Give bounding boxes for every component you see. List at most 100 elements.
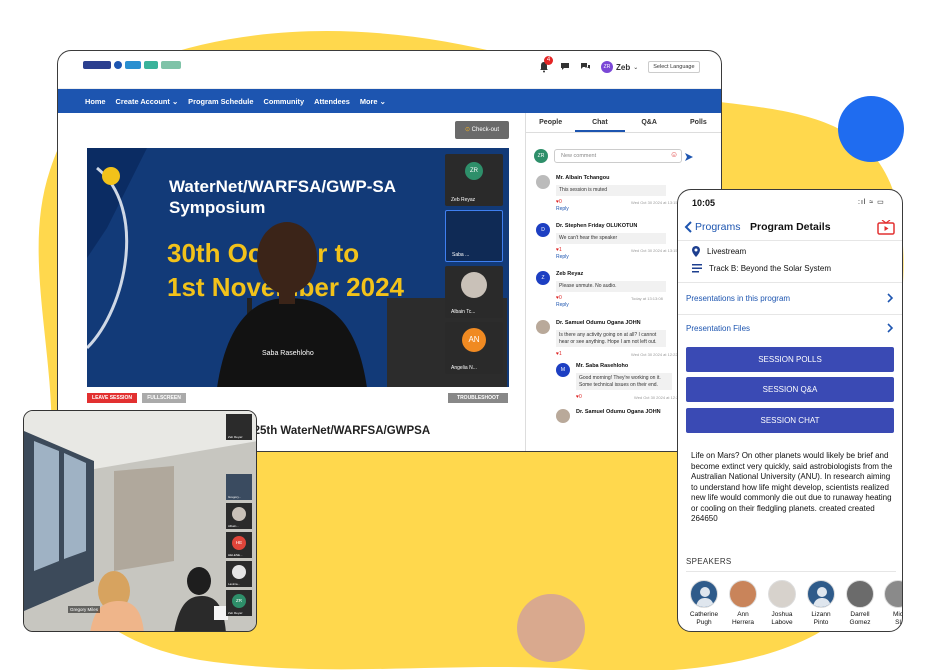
speaker-item[interactable]: Ann Herrera (723, 580, 763, 627)
livestream-label: Livestream (707, 247, 747, 256)
participant-tile[interactable]: Zeb Reyaz (226, 414, 252, 440)
like-count[interactable]: ♥0 (556, 295, 562, 301)
participant-name: Zeb Reyaz (228, 435, 243, 439)
fullscreen-button[interactable]: FULLSCREEN (142, 393, 186, 403)
chat-bubble-icon[interactable] (560, 62, 570, 73)
avatar (807, 580, 835, 608)
select-language-button[interactable]: Select Language (648, 61, 700, 73)
nav-more-label: More (359, 96, 378, 106)
speaker-item[interactable]: Darrell Gomez (840, 580, 880, 627)
page-title: Program Details (750, 221, 831, 233)
tab-chat[interactable]: Chat (575, 113, 625, 132)
notification-count-badge: 4 (544, 56, 553, 65)
speaker-first-name: Mic (892, 611, 903, 618)
participant-tile[interactable]: ZR Zeb Reyaz (226, 590, 252, 616)
nav-community[interactable]: Community (263, 97, 304, 106)
tab-people[interactable]: People (526, 113, 575, 132)
leave-session-button[interactable]: LEAVE SESSION (87, 393, 137, 403)
nav-create-account[interactable]: Create Account ⌄ (116, 97, 179, 106)
presentations-link[interactable]: Presentations in this program (686, 293, 894, 303)
speaker-last-name: Sl (895, 619, 901, 626)
back-label: Programs (695, 221, 741, 233)
like-count[interactable]: ♥1 (556, 351, 562, 357)
participant-tile[interactable]: Albain Tc... (445, 266, 503, 318)
tan-dot-decoration (517, 594, 585, 662)
blue-dot-decoration (838, 96, 904, 162)
like-count[interactable]: ♥0 (556, 199, 562, 205)
tab-qa[interactable]: Q&A (625, 113, 674, 132)
speaker-name-label: Saba Rasehloho (262, 350, 314, 357)
likes-value: 0 (558, 295, 562, 301)
likes-value: 1 (558, 351, 562, 357)
main-nav: Home Create Account ⌄ Program Schedule C… (58, 89, 721, 113)
livestream-tv-icon[interactable] (877, 219, 895, 240)
participant-tile[interactable]: AN Angelia N... (445, 322, 503, 374)
message-text: We can't hear the speaker (556, 233, 666, 244)
top-header: 4 ZR Zeb ⌄ Select Language (58, 51, 721, 89)
track-row: Track B: Beyond the Solar System (692, 264, 831, 273)
speaker-item[interactable]: Catherine Pugh (684, 580, 724, 627)
emoji-icon[interactable]: ☺ (670, 150, 678, 159)
session-qa-button[interactable]: SESSION Q&A (686, 377, 894, 402)
message-date: Wed Oct 30 2024 at 12:24 (634, 395, 681, 400)
new-comment-input[interactable]: New comment (554, 149, 682, 163)
avatar: ZR (465, 162, 483, 180)
program-description: Life on Mars? On other planets would lik… (691, 451, 893, 523)
participant-tile[interactable]: Saba ... (445, 210, 503, 262)
session-polls-button[interactable]: SESSION POLLS (686, 347, 894, 372)
livestream-row: Livestream (692, 246, 746, 257)
messages-icon[interactable] (580, 62, 591, 73)
nav-home[interactable]: Home (85, 97, 106, 106)
participant-tile[interactable]: HE HELENE... (226, 532, 252, 558)
chevron-right-icon (887, 323, 894, 333)
avatar (556, 409, 570, 423)
like-count[interactable]: ♥1 (556, 247, 562, 253)
likes-value: 1 (558, 247, 562, 253)
nav-more[interactable]: More ⌄ (360, 97, 386, 106)
track-label: Track B: Beyond the Solar System (709, 264, 831, 273)
user-menu[interactable]: ZR Zeb ⌄ (601, 61, 638, 73)
checkout-button[interactable]: ⊙ Check-out (455, 121, 509, 139)
avatar (690, 580, 718, 608)
avatar: M (556, 363, 570, 377)
message-text: Please unmute. No audio. (556, 281, 666, 292)
status-bar-time: 10:05 (692, 198, 716, 208)
avatar: HE (232, 536, 246, 550)
participant-name: Zeb Reyaz (228, 611, 243, 615)
send-icon[interactable] (684, 149, 694, 167)
checkout-icon: ⊙ (464, 127, 470, 133)
participant-tiles: Gregory... Albain... HE HELENE... Lavini… (226, 474, 252, 619)
message-author: Mr. Saba Rasehloho (576, 363, 629, 369)
avatar (536, 175, 550, 189)
presentation-files-label: Presentation Files (686, 324, 751, 333)
participant-name: Gregory... (228, 495, 242, 499)
troubleshoot-button[interactable]: TROUBLESHOOT (448, 393, 508, 403)
reply-link[interactable]: Reply (556, 254, 569, 260)
speaker-item[interactable]: Mic Sl (878, 580, 903, 627)
speaker-item[interactable]: Lizann Pinto (801, 580, 841, 627)
participant-tile[interactable]: Lavinia... (226, 561, 252, 587)
chevron-down-icon: ⌄ (379, 96, 386, 106)
message-date: Today at 13:13:08 (631, 296, 663, 301)
nav-program-schedule[interactable]: Program Schedule (188, 97, 253, 106)
like-count[interactable]: ♥0 (576, 394, 582, 400)
message-author: Zeb Reyaz (556, 271, 584, 277)
speaker-last-name: Pinto (813, 619, 829, 626)
reply-link[interactable]: Reply (556, 206, 569, 212)
notification-bell-icon[interactable]: 4 (538, 56, 553, 73)
speakers-heading: SPEAKERS (686, 557, 732, 566)
reply-link[interactable]: Reply (556, 302, 569, 308)
presentation-files-link[interactable]: Presentation Files (686, 323, 894, 333)
speaker-item[interactable]: Joshua Labove (762, 580, 802, 627)
tab-polls[interactable]: Polls (674, 113, 721, 132)
nav-attendees[interactable]: Attendees (314, 97, 350, 106)
status-bar-icons: :ıl ≈ ▭ (858, 199, 885, 206)
participant-tile[interactable]: ZR Zeb Reyaz (445, 154, 503, 206)
back-button[interactable]: Programs (684, 221, 741, 233)
speaker-last-name: Pugh (696, 619, 712, 626)
mobile-app-screen: 10:05 :ıl ≈ ▭ Programs Program Details L… (677, 189, 903, 632)
session-chat-button[interactable]: SESSION CHAT (686, 408, 894, 433)
message-date: Wed Oct 30 2024 at 13:15 (631, 248, 678, 253)
participant-tile[interactable]: Albain... (226, 503, 252, 529)
participant-tile[interactable]: Gregory... (226, 474, 252, 500)
